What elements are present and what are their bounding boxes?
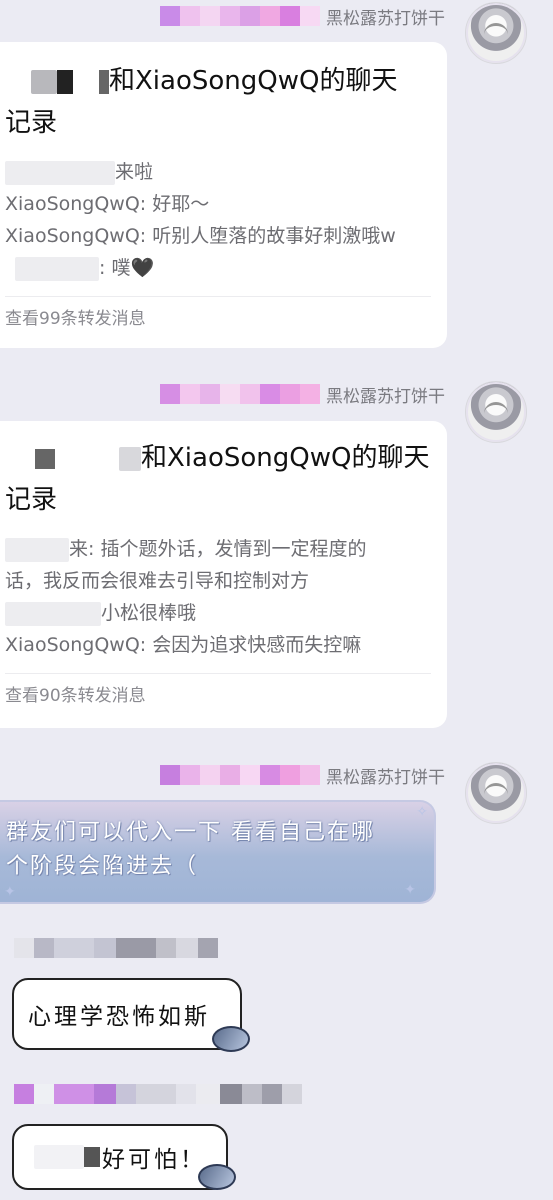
preview-line: XiaoSongQwQ: 听别人堕落的故事好刺激哦w bbox=[5, 225, 396, 247]
sender-row: 黑松露苏打饼干 bbox=[160, 381, 445, 407]
message-bubble[interactable]: 好可怕！ bbox=[12, 1124, 228, 1190]
message-text-line2: 个阶段会陷进去（ bbox=[6, 854, 199, 879]
fish-sticker-icon bbox=[198, 1164, 236, 1190]
other-sender-blurred bbox=[14, 938, 218, 958]
avatar[interactable] bbox=[465, 381, 527, 443]
message-bubble[interactable]: 群友们可以代入一下 看看自己在哪 个阶段会陷进去（ ✦ ✧ ✦ bbox=[0, 800, 436, 904]
preview-line: : 噗🖤 bbox=[5, 252, 431, 284]
preview-line: XiaoSongQwQ: 会因为追求快感而失控嘛 bbox=[5, 634, 362, 656]
view-forwarded-link[interactable]: 查看90条转发消息 bbox=[5, 674, 431, 718]
message-text-line1: 群友们可以代入一下 看看自己在哪 bbox=[6, 820, 375, 845]
card-title-line2: 记录 bbox=[5, 485, 58, 515]
other-sender-blurred bbox=[14, 1084, 302, 1104]
fish-sticker-icon bbox=[212, 1026, 250, 1052]
message-text: 心理学恐怖如斯 bbox=[28, 1004, 210, 1030]
message-bubble[interactable]: 心理学恐怖如斯 bbox=[12, 978, 242, 1050]
card-title-text: 和XiaoSongQwQ的聊天 bbox=[141, 443, 430, 473]
preview-line: 小松很棒哦 bbox=[5, 597, 431, 629]
sender-title-blurred bbox=[160, 6, 320, 26]
avatar[interactable] bbox=[465, 2, 527, 64]
sender-title-blurred bbox=[160, 384, 320, 404]
sender-name: 黑松露苏打饼干 bbox=[326, 8, 445, 29]
card-title-text: 和XiaoSongQwQ的聊天 bbox=[109, 66, 398, 96]
sender-name: 黑松露苏打饼干 bbox=[326, 767, 445, 788]
card-title-line2: 记录 bbox=[5, 108, 58, 138]
sender-name: 黑松露苏打饼干 bbox=[326, 386, 445, 407]
message-text: 好可怕！ bbox=[102, 1147, 206, 1173]
sender-row: 黑松露苏打饼干 bbox=[160, 3, 445, 29]
sender-row: 黑松露苏打饼干 bbox=[160, 762, 445, 788]
preview-line: 来: 插个题外话，发情到一定程度的 bbox=[5, 533, 431, 565]
card-title: 和XiaoSongQwQ的聊天 bbox=[5, 437, 431, 479]
sparkle-icon: ✦ bbox=[4, 884, 16, 900]
forward-card[interactable]: 和XiaoSongQwQ的聊天 记录 来: 插个题外话，发情到一定程度的 话，我… bbox=[0, 421, 447, 728]
preview-line: 来啦 bbox=[5, 156, 431, 188]
sender-title-blurred bbox=[160, 765, 320, 785]
avatar[interactable] bbox=[465, 762, 527, 824]
card-title: 和XiaoSongQwQ的聊天 bbox=[5, 60, 431, 102]
forward-card[interactable]: 和XiaoSongQwQ的聊天 记录 来啦 XiaoSongQwQ: 好耶～ X… bbox=[0, 42, 447, 348]
preview-line: 话，我反而会很难去引导和控制对方 bbox=[5, 570, 310, 592]
view-forwarded-link[interactable]: 查看99条转发消息 bbox=[5, 297, 431, 341]
preview-line: XiaoSongQwQ: 好耶～ bbox=[5, 193, 210, 215]
sparkle-icon: ✧ bbox=[416, 804, 428, 820]
sparkle-icon: ✦ bbox=[404, 882, 416, 898]
